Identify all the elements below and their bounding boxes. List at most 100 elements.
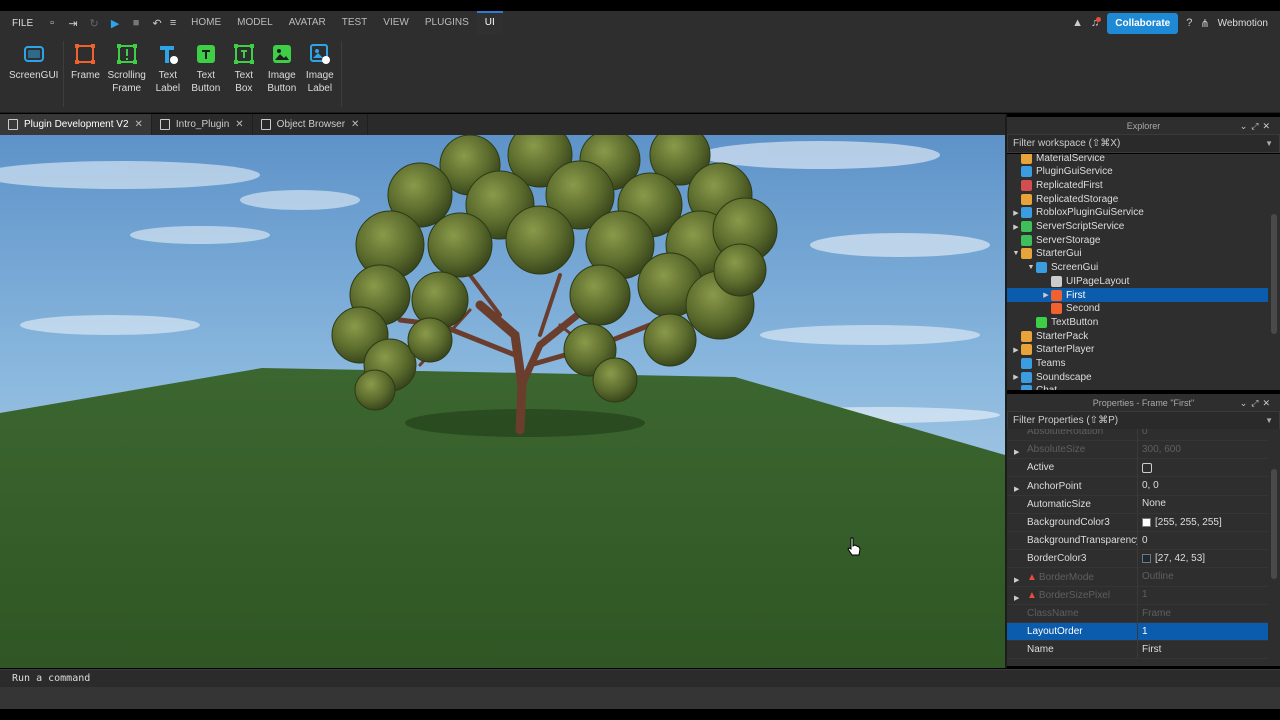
property-classname[interactable]: ClassName Frame — [1007, 604, 1268, 623]
property-value[interactable]: First — [1137, 640, 1161, 659]
menu-tab-test[interactable]: TEST — [334, 11, 376, 35]
close-tab-icon[interactable]: ✕ — [235, 119, 243, 130]
color-swatch[interactable] — [1142, 554, 1151, 564]
checkbox[interactable] — [1142, 462, 1152, 473]
help-icon[interactable]: ? — [1186, 17, 1192, 29]
tree-item-robloxpluginguiservice[interactable]: ▶ RobloxPluginGuiService — [1007, 206, 1268, 220]
properties-window-controls[interactable]: ⌄⤢✕ — [1240, 394, 1274, 412]
menu-tab-ui[interactable]: UI — [476, 11, 503, 35]
property-bordersizepixel[interactable]: ▶ ▲ BorderSizePixel 1 — [1007, 586, 1268, 605]
undo-icon[interactable]: ↶ — [148, 14, 166, 32]
property-bordermode[interactable]: ▶ ▲ BorderMode Outline — [1007, 568, 1268, 587]
color-swatch[interactable] — [1142, 518, 1151, 527]
play-icon[interactable]: ▶ — [106, 14, 124, 32]
property-value[interactable]: None — [1137, 495, 1166, 514]
expand-arrow-icon[interactable]: ▶ — [1014, 444, 1019, 455]
tree-item-starterplayer[interactable]: ▶ StarterPlayer — [1007, 343, 1268, 357]
command-bar[interactable]: Run a command — [0, 669, 1280, 687]
property-absolutesize[interactable]: ▶ AbsoluteSize 300, 600 — [1007, 440, 1268, 460]
doc-tab-0[interactable]: Plugin Development V2 ✕ — [0, 114, 152, 135]
property-bordercolor3[interactable]: BorderColor3 [27, 42, 53] — [1007, 549, 1268, 569]
explorer-filter-dropdown-icon[interactable]: ▼ — [1265, 135, 1273, 152]
tree-item-soundscape[interactable]: ▶ Soundscape — [1007, 370, 1268, 384]
doc-tab-2[interactable]: Object Browser ✕ — [253, 114, 369, 135]
text-label-button[interactable]: Text Label — [149, 41, 187, 107]
tree-item-replicatedstorage[interactable]: ReplicatedStorage — [1007, 192, 1268, 206]
expand-arrow-icon[interactable]: ▶ — [1011, 223, 1021, 231]
property-layoutorder[interactable]: LayoutOrder 1 — [1007, 622, 1268, 642]
tree-item-textbutton[interactable]: TextButton — [1007, 315, 1268, 329]
tree-item-second[interactable]: Second — [1007, 302, 1268, 316]
collaborate-button[interactable]: Collaborate — [1107, 12, 1179, 34]
explorer-window-controls[interactable]: ⌄⤢✕ — [1240, 117, 1274, 135]
expand-arrow-icon[interactable]: ▶ — [1014, 590, 1019, 601]
share-icon[interactable]: ⋔ — [1200, 17, 1209, 30]
tree-item-replicatedfirst[interactable]: ReplicatedFirst — [1007, 178, 1268, 192]
expand-arrow-icon[interactable]: ▶ — [1011, 373, 1021, 381]
properties-filter-dropdown-icon[interactable]: ▼ — [1265, 412, 1273, 429]
property-value[interactable]: 0 — [1137, 531, 1148, 550]
file-menu[interactable]: FILE — [0, 18, 43, 29]
3d-viewport[interactable] — [0, 135, 1005, 668]
menu-tab-model[interactable]: MODEL — [229, 11, 281, 35]
property-value[interactable]: [27, 42, 53] — [1137, 549, 1205, 568]
property-value[interactable]: [255, 255, 255] — [1137, 513, 1222, 532]
property-anchorpoint[interactable]: ▶ AnchorPoint 0, 0 — [1007, 477, 1268, 496]
tree-item-screengui[interactable]: ▼ ScreenGui — [1007, 261, 1268, 275]
property-value[interactable]: 0 — [1137, 429, 1148, 441]
menu-tab-avatar[interactable]: AVATAR — [281, 11, 334, 35]
expand-arrow-icon[interactable]: ▶ — [1011, 346, 1021, 354]
property-value[interactable]: Outline — [1137, 568, 1174, 587]
publish-icon[interactable]: ⇥ — [64, 14, 82, 32]
tree-item-serverscriptservice[interactable]: ▶ ServerScriptService — [1007, 220, 1268, 234]
quick-access-menu-icon[interactable]: ≡ — [169, 14, 177, 32]
tree-item-starterpack[interactable]: StarterPack — [1007, 329, 1268, 343]
expand-arrow-icon[interactable]: ▼ — [1026, 264, 1036, 271]
property-automaticsize[interactable]: AutomaticSize None — [1007, 495, 1268, 514]
expand-arrow-icon[interactable]: ▶ — [1011, 209, 1021, 217]
menu-tab-view[interactable]: VIEW — [375, 11, 417, 35]
properties-filter-input[interactable]: Filter Properties (⇧⌘P) ▼ — [1007, 411, 1280, 430]
property-value[interactable]: 0, 0 — [1137, 477, 1159, 496]
tree-item-first[interactable]: ▶ First — [1007, 288, 1268, 302]
scrolling-frame-button[interactable]: Scrolling Frame — [104, 41, 148, 107]
property-value[interactable]: Frame — [1137, 604, 1171, 623]
tree-item-serverstorage[interactable]: ServerStorage — [1007, 233, 1268, 247]
close-tab-icon[interactable]: ✕ — [135, 119, 143, 130]
new-file-icon[interactable]: ▫ — [43, 14, 61, 32]
property-name[interactable]: Name First — [1007, 640, 1268, 660]
properties-scrollbar[interactable] — [1271, 469, 1277, 579]
text-box-button[interactable]: Text Box — [225, 41, 263, 107]
property-value[interactable]: 1 — [1137, 586, 1148, 605]
expand-arrow-icon[interactable]: ▶ — [1014, 481, 1019, 492]
tree-item-startergui[interactable]: ▼ StarterGui — [1007, 247, 1268, 261]
menu-tab-plugins[interactable]: PLUGINS — [417, 11, 477, 35]
expand-arrow-icon[interactable]: ▶ — [1014, 572, 1019, 583]
image-button-button[interactable]: Image Button — [263, 41, 301, 107]
tree-item-materialservice[interactable]: MaterialService — [1007, 154, 1268, 165]
property-value[interactable] — [1137, 458, 1156, 477]
expand-arrow-icon[interactable]: ▶ — [1041, 291, 1051, 299]
property-absoluterotation[interactable]: AbsoluteRotation 0 — [1007, 429, 1268, 441]
doc-tab-1[interactable]: Intro_Plugin ✕ — [152, 114, 253, 135]
expand-arrow-icon[interactable]: ▼ — [1011, 250, 1021, 257]
frame-button[interactable]: Frame — [66, 41, 104, 107]
tree-item-teams[interactable]: Teams — [1007, 357, 1268, 371]
property-active[interactable]: Active — [1007, 458, 1268, 478]
collapse-ribbon-icon[interactable]: ▲ — [1072, 17, 1083, 29]
tree-item-chat[interactable]: Chat — [1007, 384, 1268, 390]
close-tab-icon[interactable]: ✕ — [351, 119, 359, 130]
notification-bell-icon[interactable]: ♫ — [1091, 17, 1102, 29]
stop-icon[interactable]: ■ — [127, 14, 145, 32]
menu-tab-home[interactable]: HOME — [183, 11, 229, 35]
screengui-button[interactable]: ScreenGUI — [6, 41, 61, 107]
tree-item-uipagelayout[interactable]: UIPageLayout — [1007, 274, 1268, 288]
property-value[interactable]: 300, 600 — [1137, 440, 1181, 459]
text-button-button[interactable]: Text Button — [187, 41, 225, 107]
image-label-button[interactable]: Image Label — [301, 41, 339, 107]
property-value[interactable]: 1 — [1137, 622, 1148, 641]
explorer-scrollbar[interactable] — [1271, 214, 1277, 334]
user-name[interactable]: Webmotion — [1218, 18, 1268, 29]
tree-item-pluginguiservice[interactable]: PluginGuiService — [1007, 165, 1268, 179]
property-backgroundtransparency[interactable]: BackgroundTransparency 0 — [1007, 531, 1268, 551]
